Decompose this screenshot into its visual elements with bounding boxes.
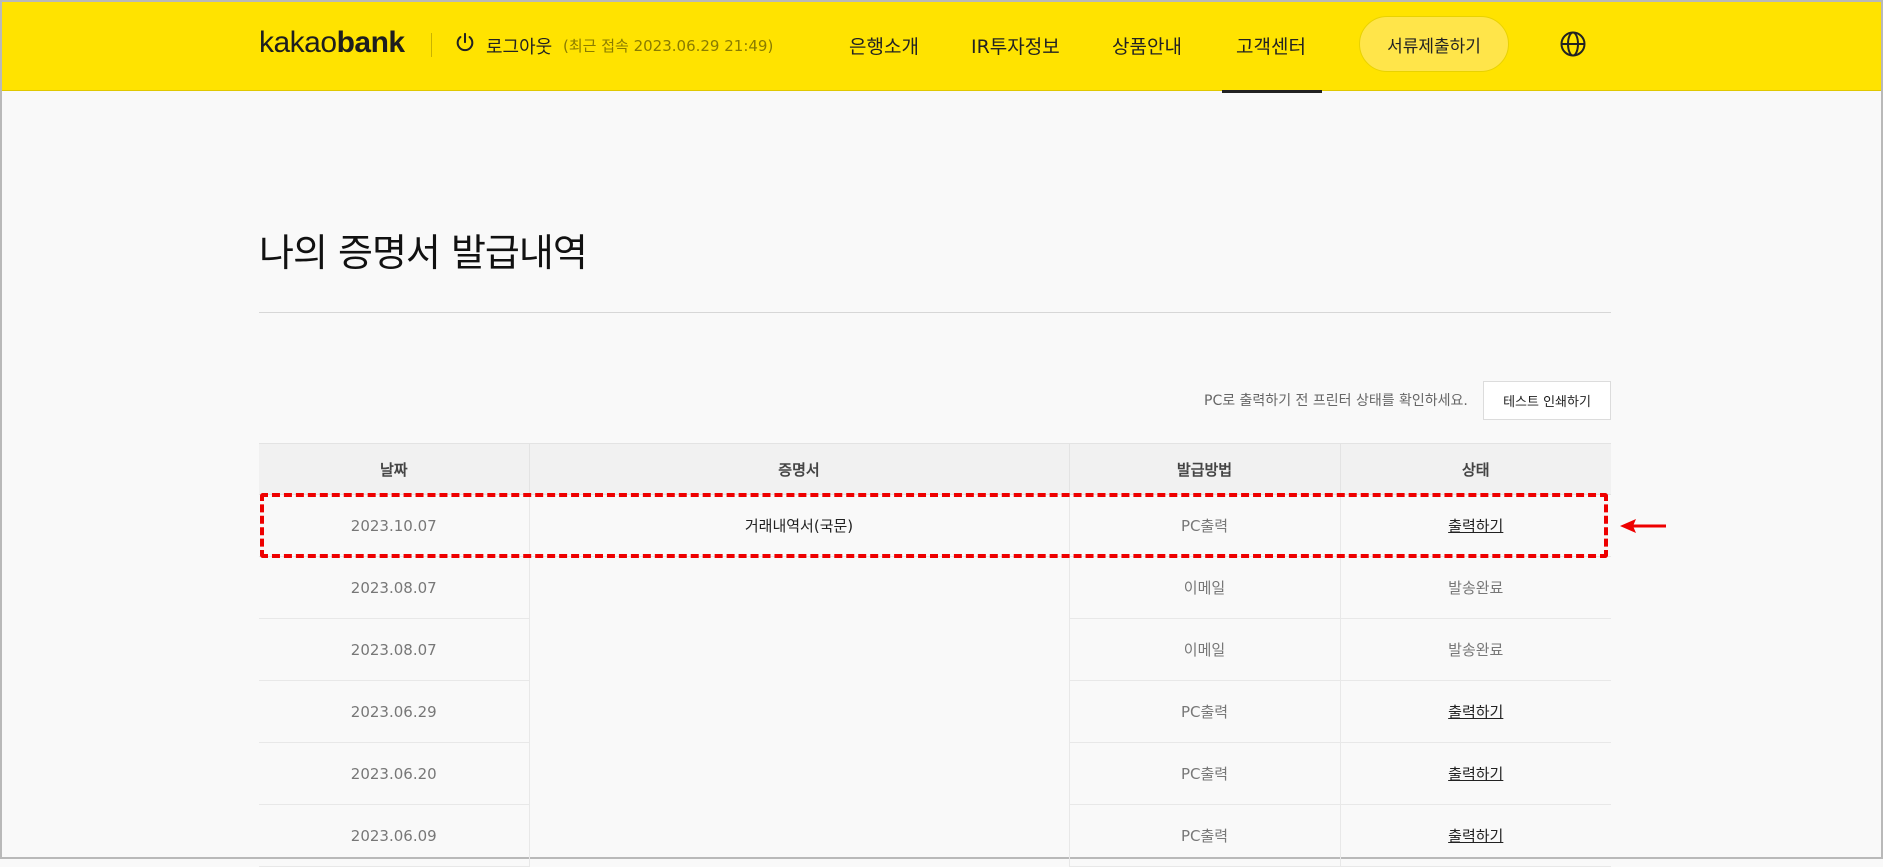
certificate-history-table: 날짜 증명서 발급방법 상태 2023.10.07 거래내역서(국문) PC출력… xyxy=(259,443,1611,867)
row-date: 2023.06.09 xyxy=(259,804,529,867)
print-link[interactable]: 출력하기 xyxy=(1448,703,1503,721)
logout-link[interactable]: 로그아웃 xyxy=(486,33,552,59)
row-date: 2023.10.07 xyxy=(259,494,529,557)
row-method: PC출력 xyxy=(1068,494,1340,557)
nav-active-indicator xyxy=(1222,90,1322,93)
row-method: PC출력 xyxy=(1068,680,1340,743)
nav-customer-center[interactable]: 고객센터 xyxy=(1236,32,1306,59)
row-method: 이메일 xyxy=(1068,618,1340,681)
logo-light-text: kakao xyxy=(259,26,337,59)
row-document: 거래내역서(국문) xyxy=(528,494,1069,557)
row-date: 2023.06.29 xyxy=(259,680,529,743)
row-status: 출력하기 xyxy=(1339,494,1611,557)
table-header-row: 날짜 증명서 발급방법 상태 xyxy=(259,443,1611,495)
row-document-merged xyxy=(528,556,1069,867)
globe-icon[interactable] xyxy=(1559,30,1587,58)
row-method: PC출력 xyxy=(1068,742,1340,805)
table-row: 2023.08.07 이메일 발송완료 xyxy=(259,556,1611,867)
row-date: 2023.08.07 xyxy=(259,556,529,619)
header-divider xyxy=(431,33,432,57)
row-date: 2023.08.07 xyxy=(259,618,529,681)
printer-status-note: PC로 출력하기 전 프린터 상태를 확인하세요. xyxy=(1204,393,1468,409)
submit-documents-button[interactable]: 서류제출하기 xyxy=(1359,16,1509,72)
print-link[interactable]: 출력하기 xyxy=(1448,517,1503,535)
row-status: 출력하기 xyxy=(1339,742,1611,805)
nav-products[interactable]: 상품안내 xyxy=(1112,32,1182,59)
table-row: 2023.10.07 거래내역서(국문) PC출력 출력하기 xyxy=(259,494,1611,557)
nav-ir-info[interactable]: IR투자정보 xyxy=(971,32,1060,59)
last-login-time: (최근 접속 2023.06.29 21:49) xyxy=(563,37,774,55)
row-status: 발송완료 xyxy=(1339,618,1611,681)
row-date: 2023.06.20 xyxy=(259,742,529,805)
row-status: 발송완료 xyxy=(1339,556,1611,619)
nav-bank-intro[interactable]: 은행소개 xyxy=(849,32,919,59)
test-print-button[interactable]: 테스트 인쇄하기 xyxy=(1483,381,1611,420)
row-status: 출력하기 xyxy=(1339,804,1611,867)
kakaobank-logo[interactable]: kakaobank xyxy=(259,26,405,60)
top-header: kakaobank 로그아웃 (최근 접속 2023.06.29 21:49) … xyxy=(2,2,1881,93)
header-certificate: 증명서 xyxy=(528,443,1069,495)
title-divider xyxy=(259,312,1611,313)
row-method: PC출력 xyxy=(1068,804,1340,867)
power-icon[interactable] xyxy=(454,32,476,54)
header-status: 상태 xyxy=(1339,443,1611,495)
header-date: 날짜 xyxy=(259,443,529,495)
logo-bold-text: bank xyxy=(336,26,406,59)
red-arrow-icon xyxy=(1620,519,1666,533)
page-title: 나의 증명서 발급내역 xyxy=(259,231,588,275)
row-method: 이메일 xyxy=(1068,556,1340,619)
print-link[interactable]: 출력하기 xyxy=(1448,765,1503,783)
row-status: 출력하기 xyxy=(1339,680,1611,743)
print-link[interactable]: 출력하기 xyxy=(1448,827,1503,845)
header-issue-method: 발급방법 xyxy=(1068,443,1340,495)
